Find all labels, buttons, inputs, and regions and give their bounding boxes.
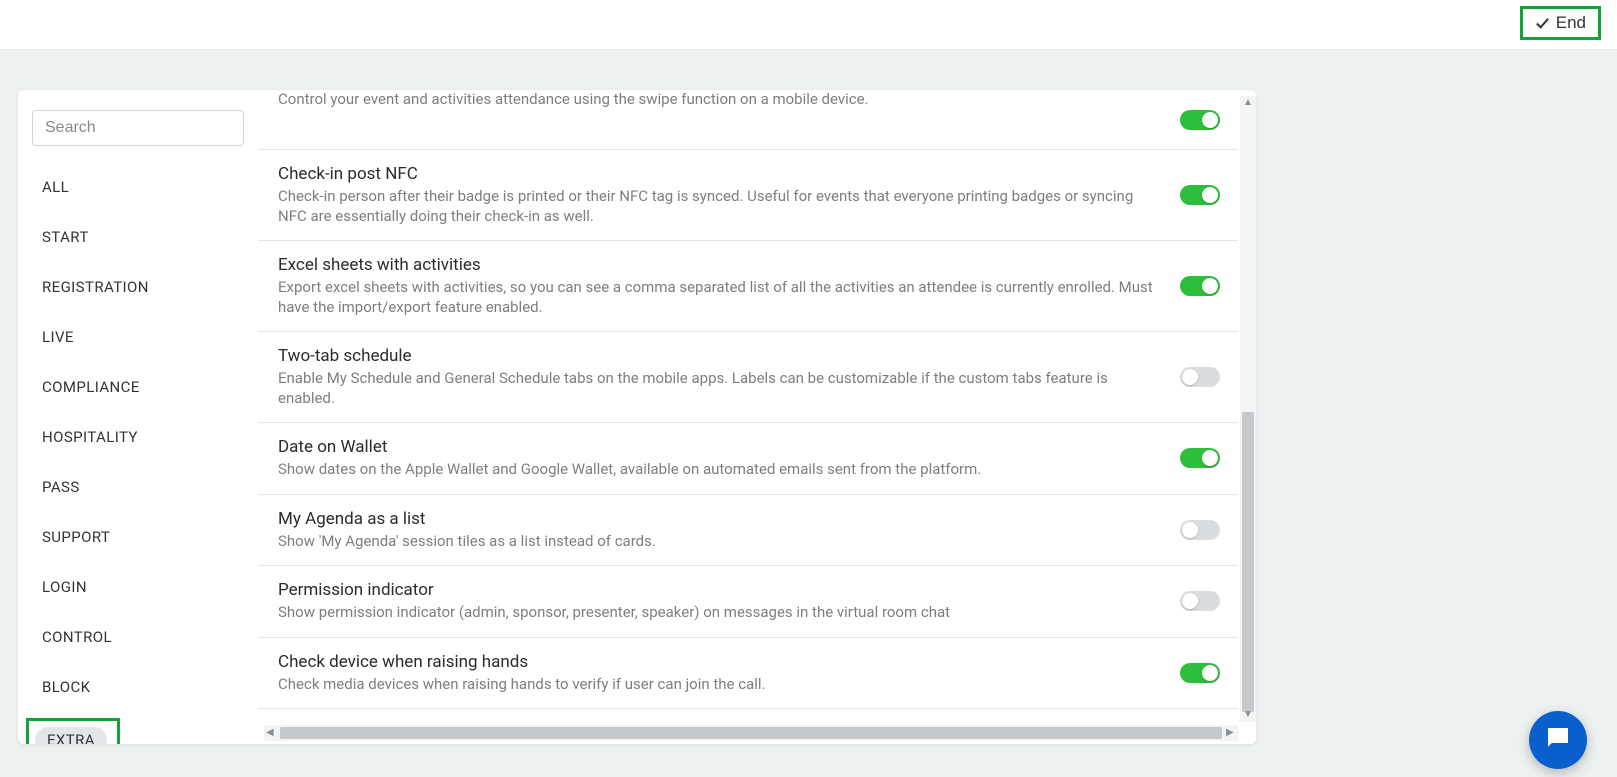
sidebar-item-pass[interactable]: PASS — [32, 468, 244, 506]
setting-row: Control your event and activities attend… — [258, 90, 1238, 150]
toggle-switch[interactable] — [1180, 276, 1220, 296]
setting-description: Show permission indicator (admin, sponso… — [278, 603, 1158, 623]
setting-description: Enable My Schedule and General Schedule … — [278, 369, 1158, 408]
setting-description: Show 'My Agenda' session tiles as a list… — [278, 532, 1158, 552]
sidebar-item-extra[interactable]: EXTRA — [35, 727, 107, 744]
setting-row: Check-in post NFC Check-in person after t… — [258, 150, 1238, 241]
setting-description: Check media devices when raising hands t… — [278, 675, 1158, 695]
setting-title: Permission indicator — [278, 580, 1174, 600]
setting-description: Control your event and activities attend… — [278, 90, 1158, 110]
check-icon — [1535, 16, 1550, 31]
topbar: End — [0, 0, 1617, 50]
sidebar-item-start[interactable]: START — [32, 218, 244, 256]
setting-row: Permission indicator Show permission indi… — [258, 566, 1238, 638]
toggle-switch[interactable] — [1180, 520, 1220, 540]
setting-row: Date on Wallet Show dates on the Apple Wa… — [258, 423, 1238, 495]
setting-row: Native websocketsUse native websockets f… — [258, 709, 1238, 726]
setting-description: Check-in person after their badge is pri… — [278, 187, 1158, 226]
setting-title: Check device when raising hands — [278, 652, 1174, 672]
sidebar-item-compliance[interactable]: COMPLIANCE — [32, 368, 244, 406]
settings-panel: ALL START REGISTRATION LIVE COMPLIANCE HOSPIT… — [18, 90, 1256, 744]
setting-description: Export excel sheets with activities, so … — [278, 278, 1158, 317]
sidebar-item-registration[interactable]: REGISTRATION — [32, 268, 244, 306]
toggle-knob — [1202, 112, 1218, 128]
toggle-switch[interactable] — [1180, 367, 1220, 387]
sidebar: ALL START REGISTRATION LIVE COMPLIANCE HOSPIT… — [18, 90, 258, 744]
toggle-switch[interactable] — [1180, 663, 1220, 683]
sidebar-item-login[interactable]: LOGIN — [32, 568, 244, 606]
vertical-scrollbar[interactable]: ▲ ▼ — [1240, 96, 1256, 722]
sidebar-item-block[interactable]: BLOCK — [32, 668, 244, 706]
horizontal-scroll-thumb[interactable] — [280, 727, 1222, 739]
horizontal-scrollbar[interactable]: ◀ ▶ — [264, 725, 1238, 741]
toggle-knob — [1202, 278, 1218, 294]
scroll-down-icon[interactable]: ▼ — [1243, 710, 1253, 720]
search-input[interactable] — [32, 110, 244, 146]
settings-list: Control your event and activities attend… — [258, 90, 1238, 726]
vertical-scroll-thumb[interactable] — [1242, 412, 1254, 712]
sidebar-item-control[interactable]: CONTROL — [32, 618, 244, 656]
setting-row: Two-tab schedule Enable My Schedule and G… — [258, 332, 1238, 423]
setting-title: Check-in post NFC — [278, 164, 1174, 184]
sidebar-highlight: EXTRA — [26, 718, 120, 744]
toggle-knob — [1182, 522, 1198, 538]
toggle-switch[interactable] — [1180, 110, 1220, 130]
setting-title: Date on Wallet — [278, 437, 1174, 457]
toggle-switch[interactable] — [1180, 591, 1220, 611]
setting-row: Excel sheets with activities Export excel… — [258, 241, 1238, 332]
sidebar-item-live[interactable]: LIVE — [32, 318, 244, 356]
chat-button[interactable] — [1529, 711, 1587, 769]
setting-title: Excel sheets with activities — [278, 255, 1174, 275]
end-button[interactable]: End — [1520, 6, 1601, 40]
toggle-knob — [1202, 450, 1218, 466]
scroll-up-icon[interactable]: ▲ — [1243, 98, 1253, 108]
toggle-knob — [1182, 593, 1198, 609]
sidebar-list: ALL START REGISTRATION LIVE COMPLIANCE HOSPIT… — [32, 168, 244, 744]
toggle-switch[interactable] — [1180, 185, 1220, 205]
toggle-switch[interactable] — [1180, 448, 1220, 468]
toggle-knob — [1202, 665, 1218, 681]
setting-row: My Agenda as a list Show 'My Agenda' sess… — [258, 495, 1238, 567]
setting-description: Show dates on the Apple Wallet and Googl… — [278, 460, 1158, 480]
toggle-knob — [1182, 369, 1198, 385]
scroll-right-icon[interactable]: ▶ — [1226, 728, 1236, 738]
setting-title: My Agenda as a list — [278, 509, 1174, 529]
setting-row: Check device when raising hands Check med… — [258, 638, 1238, 710]
sidebar-item-support[interactable]: SUPPORT — [32, 518, 244, 556]
scroll-left-icon[interactable]: ◀ — [266, 728, 276, 738]
toggle-knob — [1202, 187, 1218, 203]
chat-icon — [1543, 723, 1573, 757]
sidebar-item-all[interactable]: ALL — [32, 168, 244, 206]
end-label: End — [1556, 13, 1586, 33]
sidebar-item-hospitality[interactable]: HOSPITALITY — [32, 418, 244, 456]
settings-content: Control your event and activities attend… — [258, 90, 1256, 744]
setting-title: Two-tab schedule — [278, 346, 1174, 366]
